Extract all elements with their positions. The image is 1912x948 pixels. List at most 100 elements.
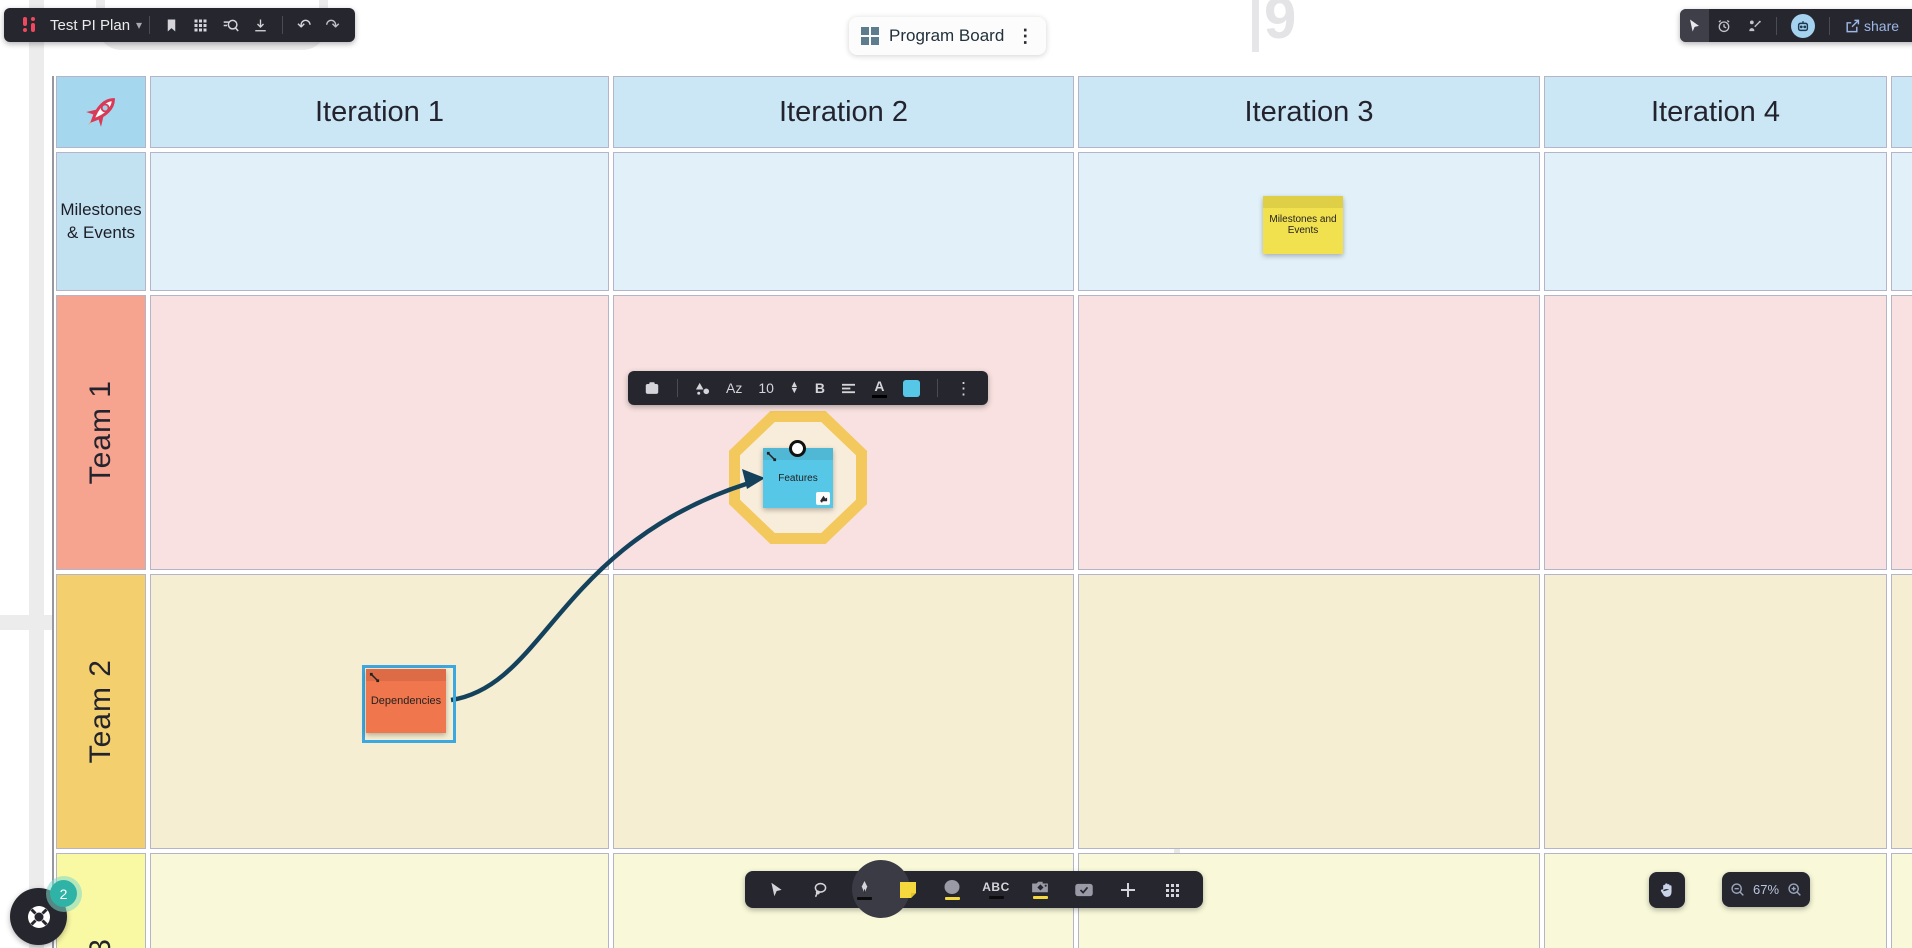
text-color-letter: A xyxy=(874,378,884,394)
share-label: share xyxy=(1864,18,1899,34)
grid-cell[interactable] xyxy=(150,853,609,948)
font-size-stepper[interactable]: ▲▼ xyxy=(784,371,805,405)
note-app-badge-icon[interactable] xyxy=(816,492,830,505)
column-header-iteration-2[interactable]: Iteration 2 xyxy=(613,76,1074,148)
collaboration-toolbar: share LL xyxy=(1680,9,1912,42)
chevron-down-icon[interactable]: ▾ xyxy=(136,18,142,32)
grid-cell[interactable] xyxy=(1891,295,1912,570)
grid-cell[interactable] xyxy=(1544,574,1887,849)
grid-cell[interactable] xyxy=(1891,853,1912,948)
row-label-team1-text: Team 1 xyxy=(84,380,118,484)
presentation-button[interactable] xyxy=(1739,9,1769,42)
more-options-button[interactable]: ⋮ xyxy=(949,371,978,405)
ellipse-shape-icon xyxy=(943,879,961,895)
column-header-iteration-4[interactable]: Iteration 4 xyxy=(1544,76,1887,148)
card-tool[interactable] xyxy=(1069,871,1099,908)
sticky-note-features[interactable]: Features xyxy=(763,448,833,508)
media-icon xyxy=(1030,880,1050,894)
add-more-tool[interactable] xyxy=(1113,871,1143,908)
shape-tool[interactable] xyxy=(937,871,967,908)
step-down-icon[interactable]: ▼ xyxy=(790,388,799,394)
media-color-indicator xyxy=(1033,896,1048,899)
canvas-frame-line-top xyxy=(1252,0,1259,52)
media-tool[interactable] xyxy=(1025,871,1055,908)
undo-button[interactable]: ↶ xyxy=(290,8,318,42)
grid-cell[interactable] xyxy=(1078,574,1540,849)
zoom-out-icon[interactable] xyxy=(1730,882,1745,897)
note-text: Features xyxy=(774,471,821,486)
sticky-note-tool[interactable] xyxy=(893,871,923,908)
fill-color-button[interactable] xyxy=(897,371,926,405)
grid-cell[interactable] xyxy=(613,152,1074,291)
grid-cell[interactable] xyxy=(1891,574,1912,849)
zoom-in-icon[interactable] xyxy=(1787,882,1802,897)
search-lines-icon xyxy=(222,17,239,34)
grid-view-button[interactable] xyxy=(186,8,215,42)
text-color-button[interactable]: A xyxy=(866,371,893,405)
redo-button[interactable]: ↷ xyxy=(318,8,346,42)
assistant-button[interactable] xyxy=(1784,9,1822,42)
grid-cell[interactable] xyxy=(1544,295,1887,570)
grid-corner-cell[interactable] xyxy=(56,76,146,148)
frame-title-chip[interactable]: Program Board ⋮ xyxy=(849,17,1046,55)
grid-icon xyxy=(193,18,208,33)
pen-tool[interactable] xyxy=(849,871,879,908)
plus-icon xyxy=(1120,882,1136,898)
divider xyxy=(282,16,283,34)
font-size-value[interactable]: 10 xyxy=(752,371,780,405)
find-on-board-button[interactable] xyxy=(215,8,246,42)
export-button[interactable] xyxy=(246,8,275,42)
connector-endpoint-handle[interactable] xyxy=(789,440,806,457)
connector-cursor-icon xyxy=(369,672,380,683)
bold-button[interactable]: B xyxy=(809,371,831,405)
board-title[interactable]: Test PI Plan xyxy=(50,17,130,34)
align-left-icon xyxy=(841,382,856,395)
row-label-milestones[interactable]: Milestones & Events xyxy=(56,152,146,291)
share-icon xyxy=(1844,18,1860,34)
align-button[interactable] xyxy=(835,371,862,405)
divider xyxy=(149,16,150,34)
pan-tool-button[interactable] xyxy=(1649,872,1685,908)
grid-cell[interactable] xyxy=(613,574,1074,849)
column-header-iteration-3[interactable]: Iteration 3 xyxy=(1078,76,1540,148)
select-cursor-button[interactable] xyxy=(1680,9,1709,42)
grid-cell[interactable] xyxy=(1544,853,1887,948)
apps-tool[interactable] xyxy=(1157,871,1187,908)
notification-badge[interactable]: 2 xyxy=(50,880,77,907)
app-logo[interactable] xyxy=(12,8,46,42)
board-canvas[interactable]: 9 Iteration 1 Iteration 2 Iteration 3 It… xyxy=(0,0,1912,948)
grid-cell[interactable] xyxy=(1891,152,1912,291)
shape-color-indicator xyxy=(945,897,960,900)
column-header-iteration-1[interactable]: Iteration 1 xyxy=(150,76,609,148)
cursor-icon xyxy=(768,881,785,898)
switch-shape-button[interactable] xyxy=(689,371,716,405)
note-type-button[interactable] xyxy=(638,371,666,405)
grid-cell[interactable] xyxy=(150,152,609,291)
canvas-frame-line-horizontal-left xyxy=(0,615,52,630)
column-header-next[interactable] xyxy=(1891,76,1912,148)
frame-title[interactable]: Program Board xyxy=(889,26,1004,46)
row-label-team2-text: Team 2 xyxy=(84,659,118,763)
text-color-swatch xyxy=(872,395,887,398)
share-button[interactable]: share xyxy=(1837,9,1906,42)
row-label-team2[interactable]: Team 2 xyxy=(56,574,146,849)
alarm-clock-icon xyxy=(1716,18,1732,34)
bookmark-button[interactable] xyxy=(157,8,186,42)
program-board-grid: Iteration 1 Iteration 2 Iteration 3 Iter… xyxy=(52,76,1912,948)
grid-cell[interactable] xyxy=(1544,152,1887,291)
grid-cell[interactable] xyxy=(150,295,609,570)
select-tool[interactable] xyxy=(761,871,791,908)
timer-button[interactable] xyxy=(1709,9,1739,42)
text-tool[interactable]: ABC xyxy=(981,871,1011,908)
lasso-tool[interactable] xyxy=(805,871,835,908)
zoom-controls: 67% xyxy=(1722,872,1810,907)
sticky-note-dependencies[interactable]: Dependencies xyxy=(366,669,446,733)
grid-cell[interactable] xyxy=(1078,295,1540,570)
kebab-menu-icon[interactable]: ⋮ xyxy=(1016,26,1034,47)
divider xyxy=(937,379,938,397)
creation-toolbar: ABC xyxy=(745,871,1203,908)
row-label-team1[interactable]: Team 1 xyxy=(56,295,146,570)
sticky-note-milestones[interactable]: Milestones and Events xyxy=(1263,196,1343,254)
zoom-level[interactable]: 67% xyxy=(1753,882,1779,897)
font-style-button[interactable]: Az xyxy=(720,371,748,405)
